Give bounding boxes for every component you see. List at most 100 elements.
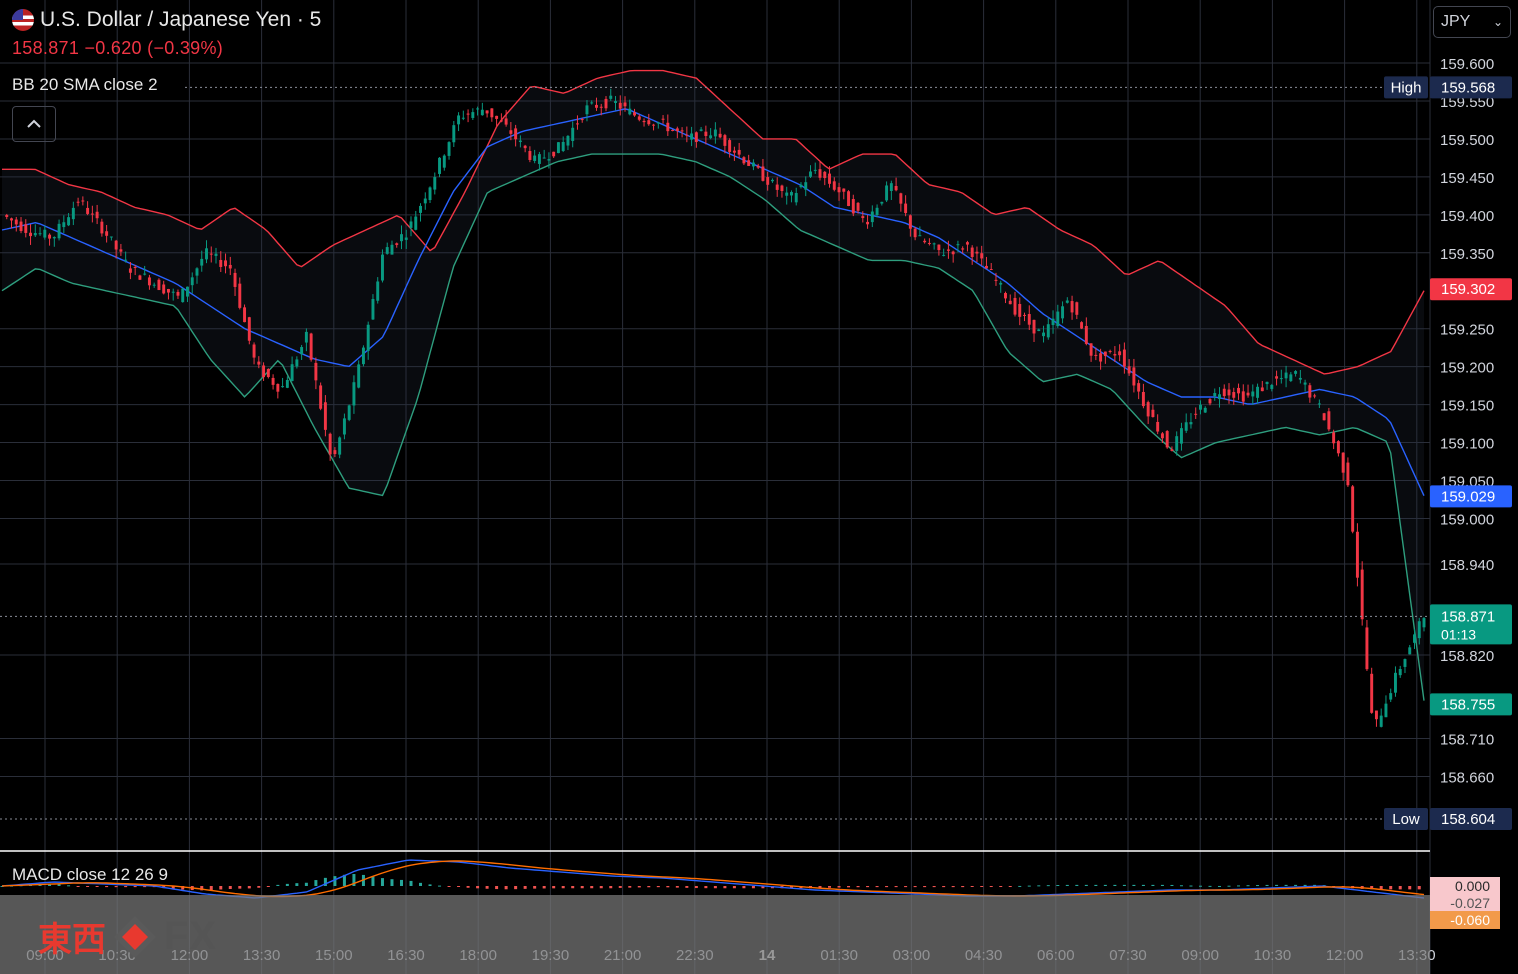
candle-body bbox=[528, 151, 532, 160]
macd-histogram-bar bbox=[1303, 884, 1307, 886]
candle-body bbox=[109, 236, 113, 238]
macd-histogram-bar bbox=[599, 886, 603, 889]
candle-body bbox=[856, 202, 860, 211]
price-badge-value: 158.871 bbox=[1441, 608, 1495, 625]
candle-body bbox=[742, 157, 746, 164]
macd-histogram-bar bbox=[1103, 884, 1107, 886]
candle-body bbox=[908, 215, 912, 229]
candle-body bbox=[1351, 486, 1355, 532]
candle-body bbox=[376, 281, 380, 301]
candle-body bbox=[989, 269, 993, 271]
macd-line bbox=[1, 859, 1425, 899]
candle-body bbox=[181, 288, 185, 303]
macd-histogram-bar bbox=[1084, 884, 1088, 886]
candle-body bbox=[33, 233, 37, 236]
candle-body bbox=[438, 157, 442, 174]
candle-body bbox=[984, 265, 988, 269]
candle-body bbox=[328, 433, 332, 455]
candle-body bbox=[1032, 319, 1036, 334]
candle-body bbox=[804, 182, 808, 190]
price-badge-value: 159.568 bbox=[1441, 79, 1495, 96]
macd-histogram-bar bbox=[1094, 884, 1098, 886]
candle-body bbox=[604, 98, 608, 109]
macd-histogram-bar bbox=[276, 884, 280, 886]
candle-body bbox=[732, 150, 736, 153]
candle-body bbox=[1284, 372, 1288, 379]
macd-histogram-bar bbox=[942, 886, 946, 888]
candle-body bbox=[1413, 634, 1416, 643]
candle-body bbox=[923, 240, 927, 243]
candle-body bbox=[347, 405, 351, 420]
candle-body bbox=[1208, 399, 1212, 404]
indicator-label-bb[interactable]: BB 20 SMA close 2 bbox=[12, 75, 158, 95]
candle-body bbox=[43, 229, 47, 238]
candle-body bbox=[247, 317, 251, 341]
candle-body bbox=[119, 249, 123, 252]
candle-body bbox=[1199, 404, 1202, 410]
candle-body bbox=[652, 124, 656, 126]
macd-histogram-bar bbox=[219, 886, 223, 890]
macd-histogram-bar bbox=[647, 886, 651, 888]
candle-body bbox=[71, 207, 75, 220]
macd-histogram-bar bbox=[1198, 885, 1202, 887]
candle-body bbox=[1194, 413, 1198, 415]
currency-select[interactable]: JPY ⌄ bbox=[1433, 6, 1511, 38]
candle-body bbox=[675, 128, 679, 132]
candle-body bbox=[309, 333, 313, 360]
macd-histogram-bar bbox=[1275, 884, 1279, 886]
candle-body bbox=[114, 240, 118, 250]
macd-histogram-bar bbox=[590, 886, 594, 889]
candle-body bbox=[262, 365, 266, 378]
price-tick-label: 159.400 bbox=[1440, 208, 1494, 225]
macd-histogram-bar bbox=[438, 885, 442, 887]
macd-histogram-bar bbox=[1246, 885, 1250, 887]
candle-body bbox=[1122, 349, 1126, 367]
logo-text-fx: FX bbox=[164, 914, 218, 958]
candle-body bbox=[1251, 391, 1255, 397]
macd-histogram-bar bbox=[1113, 884, 1117, 886]
high-low-lines bbox=[0, 86, 1430, 820]
macd-histogram-bar bbox=[1294, 884, 1298, 886]
price-change: −0.620 bbox=[84, 38, 142, 58]
candle-body bbox=[1099, 353, 1103, 362]
candle-body bbox=[457, 115, 461, 125]
price-axis[interactable]: 159.600159.550159.500159.450159.400159.3… bbox=[1440, 56, 1494, 786]
macd-histogram-bar bbox=[124, 886, 128, 888]
candle-body bbox=[281, 386, 285, 388]
indicator-label-macd[interactable]: MACD close 12 26 9 bbox=[12, 865, 168, 885]
candle-body bbox=[1004, 293, 1007, 299]
candle-body bbox=[414, 216, 418, 230]
candle-body bbox=[138, 275, 142, 280]
candle-body bbox=[832, 181, 836, 190]
candle-body bbox=[338, 437, 342, 455]
macd-histogram-bar bbox=[67, 885, 71, 887]
macd-badge-value: -0.060 bbox=[1450, 912, 1490, 928]
candle-body bbox=[904, 203, 908, 214]
symbol-title[interactable]: U.S. Dollar / Japanese Yen · 5 bbox=[40, 8, 321, 32]
candle-body bbox=[799, 184, 803, 188]
price-badge-value: 159.302 bbox=[1441, 281, 1495, 298]
price-change-pct: (−0.39%) bbox=[147, 38, 224, 58]
macd-histogram-bar bbox=[951, 886, 955, 888]
macd-histogram-bar bbox=[970, 886, 974, 887]
collapse-button[interactable] bbox=[12, 106, 56, 142]
macd-histogram-bar bbox=[837, 886, 841, 888]
price-chart[interactable]: 0.000-0.027-0.060 159.600159.550159.5001… bbox=[0, 0, 1518, 974]
candle-body bbox=[342, 418, 346, 435]
candle-body bbox=[1056, 311, 1060, 327]
candle-body bbox=[1175, 436, 1179, 451]
candle-body bbox=[523, 145, 527, 149]
candle-body bbox=[514, 128, 518, 140]
macd-histogram-bar bbox=[371, 876, 375, 886]
candle-body bbox=[1008, 300, 1012, 305]
us-flag-icon bbox=[12, 9, 34, 31]
candle-body bbox=[38, 233, 42, 235]
macd-histogram-bar bbox=[742, 886, 746, 889]
candle-body bbox=[1151, 409, 1155, 417]
candle-body bbox=[713, 129, 717, 137]
candle-body bbox=[1013, 297, 1017, 315]
macd-histogram-bar bbox=[1398, 886, 1402, 890]
chevron-up-icon bbox=[27, 119, 41, 128]
chevron-down-icon: ⌄ bbox=[1492, 15, 1503, 29]
macd-histogram-bar bbox=[495, 886, 499, 890]
